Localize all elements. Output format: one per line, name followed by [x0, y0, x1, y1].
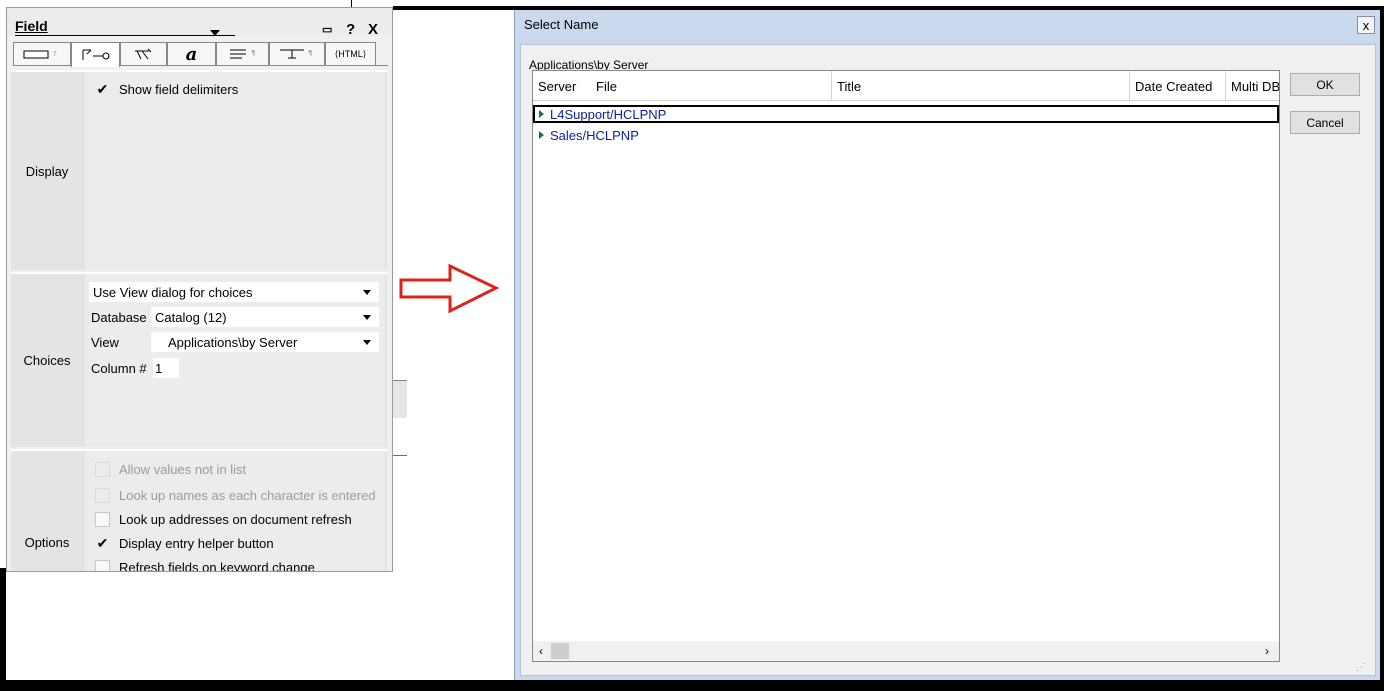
scroll-thumb[interactable]: [551, 643, 569, 659]
panel-title-bar: Field ▭ ? X: [7, 8, 392, 38]
lookup-names-option: Look up names as each character is enter…: [95, 486, 376, 504]
choices-method-value: Use View dialog for choices: [93, 284, 253, 300]
background-line: [393, 455, 407, 456]
show-delimiters-checkbox[interactable]: ✔: [95, 81, 110, 97]
chevron-down-icon: [363, 315, 371, 320]
scroll-left-icon[interactable]: ‹: [539, 644, 543, 658]
entry-helper-checkbox[interactable]: ✔: [95, 535, 110, 551]
tab-advanced[interactable]: [120, 42, 167, 65]
display-section-label: Display: [25, 164, 69, 179]
column-header-server[interactable]: Server: [533, 71, 591, 101]
options-section: Options Allow values not in list Look up…: [11, 449, 387, 572]
allow-values-option: Allow values not in list: [95, 460, 246, 478]
column-input[interactable]: 1: [153, 358, 179, 378]
view-value: Applications\by Server: [168, 334, 298, 350]
svg-text:?: ?: [53, 50, 57, 58]
red-arrow-icon: [399, 263, 500, 314]
tab-hide-when[interactable]: ¶: [269, 42, 325, 65]
control-icon: [82, 49, 109, 60]
select-name-dialog: Select Name x Applications\by Server Ser…: [514, 10, 1380, 680]
field-properties-panel: Field ▭ ? X ? a ¶ ¶ ⟨HTML⟩ Display ✔ Sho…: [6, 7, 393, 572]
allow-values-checkbox: [95, 461, 110, 477]
field-info-icon: ?: [23, 50, 57, 59]
paragraph-icon: ¶: [229, 49, 255, 59]
chevron-down-icon: [363, 340, 371, 345]
help-icon[interactable]: ?: [346, 21, 355, 38]
advanced-icon: [134, 48, 151, 60]
lookup-addresses-checkbox[interactable]: [95, 511, 110, 527]
row-label: L4Support/HCLPNP: [550, 106, 667, 122]
show-delimiters-label: Show field delimiters: [119, 81, 239, 97]
lookup-addresses-option[interactable]: Look up addresses on document refresh: [95, 510, 352, 528]
expand-icon[interactable]: [539, 131, 544, 139]
frame-border-left: [0, 568, 6, 691]
chevron-down-icon: [363, 290, 371, 295]
tab-field-info[interactable]: ?: [13, 42, 71, 65]
tab-font[interactable]: a: [167, 42, 216, 65]
tab-control[interactable]: [71, 42, 120, 67]
close-icon[interactable]: X: [368, 21, 378, 38]
properties-tabs: ? a ¶ ¶ ⟨HTML⟩: [13, 42, 388, 67]
database-label: Database: [91, 310, 147, 325]
display-section: Display ✔ Show field delimiters: [11, 70, 387, 270]
names-grid[interactable]: Server File Title Date Created Multi DB …: [532, 70, 1280, 662]
entry-helper-label: Display entry helper button: [119, 535, 274, 551]
resize-grip-icon[interactable]: ⋰: [1356, 662, 1366, 673]
allow-values-label: Allow values not in list: [119, 461, 247, 477]
grid-header: Server File Title Date Created Multi DB: [533, 71, 1279, 101]
database-select[interactable]: Catalog (12): [151, 307, 379, 327]
frame-border-bottom: [0, 680, 1384, 691]
database-value: Catalog (12): [155, 309, 227, 325]
expand-icon[interactable]: [539, 110, 544, 118]
column-header-title[interactable]: Title: [832, 71, 1130, 101]
horizontal-scrollbar[interactable]: ‹ ›: [533, 641, 1279, 661]
panel-title-underline: [15, 35, 235, 36]
restore-icon[interactable]: ▭: [322, 23, 332, 36]
column-header-file[interactable]: File: [591, 71, 832, 101]
show-delimiters-option[interactable]: ✔ Show field delimiters: [95, 80, 239, 98]
tab-paragraph[interactable]: ¶: [216, 42, 269, 65]
view-label: View: [91, 335, 119, 350]
refresh-fields-checkbox[interactable]: [95, 559, 110, 571]
column-label: Column #: [91, 361, 147, 376]
background-window-fragment: [393, 380, 407, 418]
row-label: Sales/HCLPNP: [550, 127, 639, 143]
column-header-date-created[interactable]: Date Created: [1130, 71, 1226, 101]
table-row[interactable]: L4Support/HCLPNP: [533, 105, 1279, 123]
display-section-body: ✔ Show field delimiters: [85, 72, 385, 270]
choices-section: Choices Use View dialog for choices Data…: [11, 272, 387, 447]
lookup-addresses-label: Look up addresses on document refresh: [119, 511, 352, 527]
svg-text:¶: ¶: [251, 49, 255, 57]
svg-text:¶: ¶: [308, 49, 312, 57]
options-section-body: Allow values not in list Look up names a…: [85, 451, 385, 572]
choices-section-body: Use View dialog for choices Database Cat…: [85, 274, 385, 447]
lookup-names-label: Look up names as each character is enter…: [119, 487, 376, 503]
choices-section-label: Choices: [23, 353, 71, 368]
entry-helper-option[interactable]: ✔ Display entry helper button: [95, 534, 274, 552]
tab-html[interactable]: ⟨HTML⟩: [325, 42, 376, 65]
choices-method-select[interactable]: Use View dialog for choices: [89, 282, 379, 302]
frame-border-right: [1380, 6, 1384, 691]
refresh-fields-option[interactable]: Refresh fields on keyword change: [95, 558, 315, 572]
refresh-fields-label: Refresh fields on keyword change: [119, 559, 315, 572]
hide-when-icon: ¶: [280, 49, 312, 59]
dialog-title: Select Name: [524, 17, 599, 32]
options-section-label: Options: [24, 535, 70, 550]
scroll-right-icon[interactable]: ›: [1265, 644, 1269, 658]
lookup-names-checkbox: [95, 487, 110, 503]
ok-button[interactable]: OK: [1290, 73, 1360, 96]
dialog-close-button[interactable]: x: [1357, 16, 1375, 34]
view-select[interactable]: Applications\by Server: [151, 332, 379, 352]
cancel-button[interactable]: Cancel: [1290, 111, 1360, 134]
table-row[interactable]: Sales/HCLPNP: [533, 127, 639, 143]
column-header-multi-db[interactable]: Multi DB: [1226, 71, 1279, 101]
panel-title: Field: [15, 18, 48, 34]
